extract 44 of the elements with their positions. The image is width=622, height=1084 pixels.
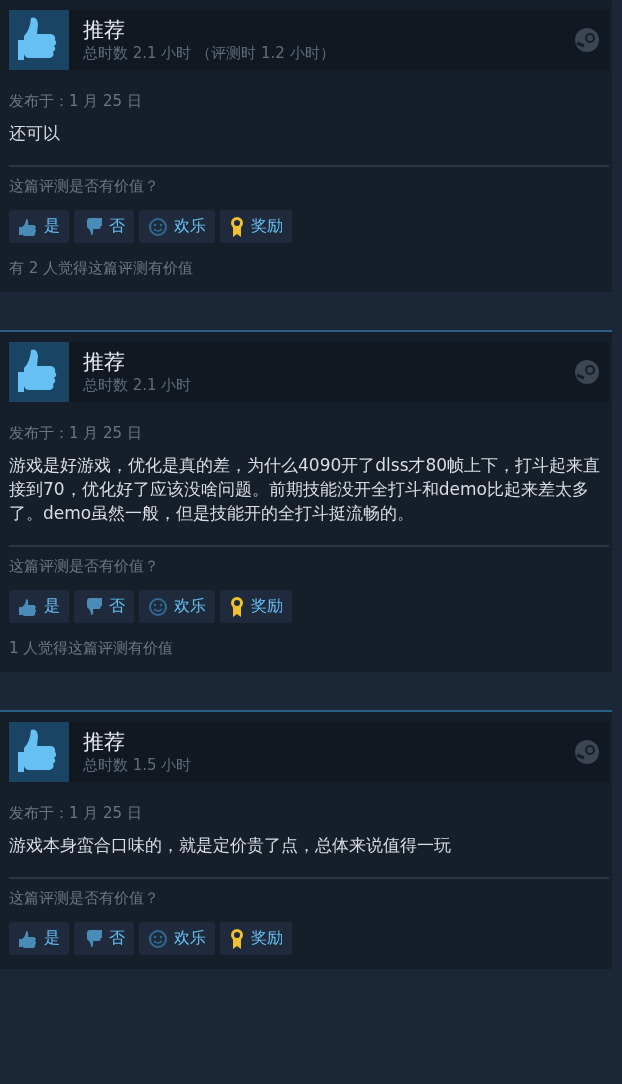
helpful-prompt: 这篇评测是否有价值？ [9,177,160,196]
helpful-prompt: 这篇评测是否有价值？ [9,557,160,576]
funny-vote-button[interactable]: 欢乐 [139,210,215,243]
no-vote-button[interactable]: 否 [74,590,134,623]
playtime-text: 总时数 2.1 小时 [83,375,193,395]
smiley-icon [148,216,168,237]
award-ribbon-icon [229,215,245,238]
smiley-icon [148,928,168,949]
yes-vote-button[interactable]: 是 [9,210,69,243]
no-vote-button[interactable]: 否 [74,210,134,243]
thumbs-up-icon [9,722,69,782]
funny-vote-button[interactable]: 欢乐 [139,922,215,955]
review-verdict: 推荐 [83,349,126,375]
posted-date: 发布于：1 月 25 日 [9,92,143,111]
smiley-icon [148,596,168,617]
thumbs-up-icon [9,10,69,70]
helpful-count: 有 2 人觉得这篇评测有价值 [9,259,195,278]
playtime-text: 总时数 2.1 小时 （评测时 1.2 小时） [83,43,336,63]
review-text: 游戏是好游戏，优化是真的差，为什么4090开了dlss才80帧上下，打斗起来直接到70，优化好了应该没啥问题。前期技能没开全打斗和demo比起来差太多了。demo虽然一般，但是技能开的全打斗挺流畅的。 [9,454,602,525]
thumbs-up-icon [9,342,69,402]
no-vote-button[interactable]: 否 [74,922,134,955]
posted-date: 发布于：1 月 25 日 [9,804,143,823]
steam-logo-icon [575,28,599,52]
award-ribbon-icon [229,595,245,618]
thumbs-up-icon [18,928,38,949]
review-text: 游戏本身蛮合口味的，就是定价贵了点，总体来说值得一玩 [9,834,452,857]
steam-logo-icon [575,740,599,764]
helpful-prompt: 这篇评测是否有价值？ [9,889,160,908]
posted-date: 发布于：1 月 25 日 [9,424,143,443]
playtime-text: 总时数 1.5 小时 [83,755,193,775]
funny-vote-button[interactable]: 欢乐 [139,590,215,623]
helpful-count: 1 人觉得这篇评测有价值 [9,639,175,658]
review-verdict: 推荐 [83,17,126,43]
yes-vote-button[interactable]: 是 [9,590,69,623]
award-vote-button[interactable]: 奖励 [220,210,292,243]
review-text: 还可以 [9,122,61,145]
thumbs-up-icon [18,216,38,237]
award-vote-button[interactable]: 奖励 [220,922,292,955]
review-verdict: 推荐 [83,729,126,755]
steam-logo-icon [575,360,599,384]
yes-vote-button[interactable]: 是 [9,922,69,955]
award-ribbon-icon [229,927,245,950]
award-vote-button[interactable]: 奖励 [220,590,292,623]
thumbs-up-icon [18,596,38,617]
